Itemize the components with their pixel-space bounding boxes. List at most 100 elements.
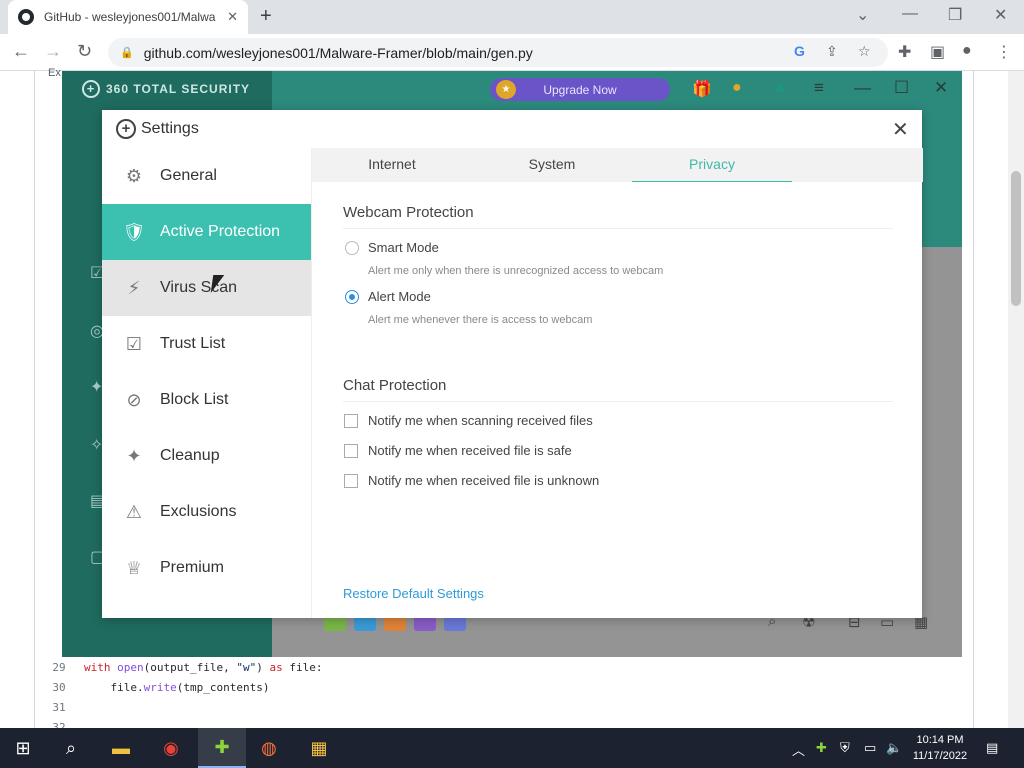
- windows-taskbar: ⊞ ⌕ ▬ ◉ ✚ ◍ ▦ ︿ ✚ ⛨ ▭ 🔈 10:14 PM 11/17/2…: [0, 728, 1024, 768]
- sidebar-item-active-protection[interactable]: 🛡 Active Protection: [102, 204, 311, 260]
- notify-safe-label[interactable]: Notify me when received file is safe: [368, 443, 572, 458]
- header-fragment: Ex: [48, 67, 61, 79]
- code-token: ): [256, 661, 270, 674]
- skin-shirt-icon[interactable]: ▲: [772, 79, 788, 97]
- archive-icon[interactable]: ▦: [306, 736, 332, 760]
- extensions-icon[interactable]: ✚: [898, 42, 911, 62]
- sidebar-item-exclusions[interactable]: ⚠ Exclusions: [102, 484, 311, 540]
- app-brand: 360 TOTAL SECURITY: [106, 82, 251, 96]
- taskbar-clock[interactable]: 10:14 PM 11/17/2022: [908, 732, 972, 764]
- back-icon[interactable]: ←: [12, 41, 30, 62]
- side-panel-icon[interactable]: ▣: [930, 42, 945, 62]
- firefox-icon[interactable]: ◍: [256, 736, 282, 760]
- restore-default-settings-link[interactable]: Restore Default Settings: [343, 586, 484, 601]
- sidebar-item-trust-list[interactable]: ☑ Trust List: [102, 316, 311, 372]
- bookmark-star-icon[interactable]: ☆: [858, 43, 871, 60]
- coin-icon[interactable]: ●: [732, 79, 742, 97]
- folder-warning-icon: ⚠: [125, 501, 143, 522]
- clock-date: 11/17/2022: [912, 750, 968, 762]
- network-icon[interactable]: ▭: [864, 740, 876, 756]
- line-number: 30: [52, 681, 66, 694]
- forward-icon[interactable]: →: [44, 41, 62, 62]
- smart-mode-radio[interactable]: [345, 241, 359, 255]
- notify-scanning-label[interactable]: Notify me when scanning received files: [368, 413, 593, 428]
- sidebar-item-label: Premium: [160, 559, 225, 576]
- app-close-icon[interactable]: ✕: [934, 78, 948, 98]
- browser-tab-strip: GitHub - wesleyjones001/Malwa ✕ + ⌄ — ❐ …: [0, 0, 1024, 34]
- sidebar-item-general[interactable]: ⚙ General: [102, 148, 311, 204]
- line-number: 29: [52, 661, 66, 674]
- page-scrollbar[interactable]: [1008, 71, 1024, 728]
- webcam-protection-heading: Webcam Protection: [343, 204, 474, 221]
- sidebar-item-premium[interactable]: ♕ Premium: [102, 540, 311, 596]
- file-explorer-icon[interactable]: ▬: [108, 736, 134, 760]
- line-number: 31: [52, 701, 66, 714]
- app-menu-icon[interactable]: ≡: [814, 78, 824, 98]
- code-text: with open(output_file, "w") as file:: [84, 661, 322, 674]
- alert-mode-label[interactable]: Alert Mode: [368, 289, 431, 304]
- sidebar-item-label: General: [160, 167, 217, 184]
- settings-sidebar: ⚙ General 🛡 Active Protection ⚡ Virus Scan ☑ Tr…: [102, 148, 311, 618]
- sidebar-item-cleanup[interactable]: ✦ Cleanup: [102, 428, 311, 484]
- sidebar-item-block-list[interactable]: ⊘ Block List: [102, 372, 311, 428]
- notify-unknown-label[interactable]: Notify me when received file is unknown: [368, 473, 599, 488]
- gift-icon[interactable]: 🎁: [692, 79, 712, 99]
- close-tab-icon[interactable]: ✕: [227, 9, 238, 25]
- lock-icon: 🔒: [120, 47, 134, 59]
- tray-360-icon[interactable]: ✚: [816, 740, 827, 756]
- broom-icon: ✦: [126, 445, 142, 466]
- app-logo: + 360 TOTAL SECURITY: [82, 80, 250, 98]
- search-icon[interactable]: ⌕: [58, 736, 84, 760]
- sidebar-item-virus-scan[interactable]: ⚡ Virus Scan: [102, 260, 311, 316]
- tab-privacy[interactable]: Privacy: [632, 148, 792, 182]
- scrollbar-thumb[interactable]: [1011, 171, 1021, 306]
- volume-icon[interactable]: 🔈: [886, 740, 902, 756]
- block-list-icon: ⊘: [126, 389, 142, 410]
- close-icon[interactable]: ✕: [892, 117, 909, 142]
- notification-icon[interactable]: ▤: [986, 740, 998, 756]
- divider: [343, 401, 893, 402]
- settings-dialog: + Settings ✕ ⚙ General 🛡 Active Protection ⚡…: [102, 110, 923, 618]
- tab-title: GitHub - wesleyjones001/Malwa: [44, 10, 216, 24]
- notify-scanning-checkbox[interactable]: [344, 414, 358, 428]
- smart-mode-label[interactable]: Smart Mode: [368, 240, 439, 255]
- tab-internet[interactable]: Internet: [312, 148, 472, 182]
- minimize-icon[interactable]: —: [902, 5, 918, 23]
- alert-mode-radio[interactable]: [345, 290, 359, 304]
- notify-safe-checkbox[interactable]: [344, 444, 358, 458]
- settings-tabs: Internet System Privacy: [312, 148, 923, 182]
- new-tab-button[interactable]: +: [260, 5, 272, 28]
- close-window-icon[interactable]: ✕: [994, 5, 1007, 25]
- code-token: write: [143, 681, 177, 694]
- app-maximize-icon[interactable]: ☐: [894, 78, 909, 98]
- github-icon: [18, 9, 34, 25]
- tab-system[interactable]: System: [472, 148, 632, 182]
- code-line: 31: [34, 701, 84, 714]
- windows-start-icon[interactable]: ⊞: [10, 736, 36, 760]
- share-icon[interactable]: ⇪: [826, 43, 838, 60]
- address-bar[interactable]: 🔒 github.com/wesleyjones001/Malware-Fram…: [108, 38, 888, 67]
- tray-security-icon[interactable]: ⛨: [840, 740, 850, 756]
- chrome-icon[interactable]: ◉: [158, 736, 184, 760]
- google-icon[interactable]: G: [794, 43, 805, 59]
- divider: [343, 228, 893, 229]
- tray-chevron-up-icon[interactable]: ︿: [792, 740, 805, 759]
- code-token: file.: [84, 681, 144, 694]
- code-text: file.write(tmp_contents): [84, 681, 269, 694]
- crown-icon: ♕: [125, 557, 143, 578]
- tab-search-icon[interactable]: ⌄: [856, 5, 869, 25]
- settings-title: Settings: [141, 120, 199, 137]
- upgrade-badge-icon: ★: [496, 80, 516, 99]
- reload-icon[interactable]: ↻: [77, 41, 92, 62]
- upgrade-now-button[interactable]: ★ Upgrade Now: [490, 78, 670, 101]
- browser-tab[interactable]: GitHub - wesleyjones001/Malwa ✕: [8, 0, 248, 34]
- notify-unknown-checkbox[interactable]: [344, 474, 358, 488]
- restore-icon[interactable]: ❐: [948, 5, 962, 25]
- menu-dots-icon[interactable]: ⋮: [996, 42, 1012, 62]
- sidebar-item-label: Block List: [160, 391, 229, 408]
- total-security-taskbar-icon[interactable]: ✚: [198, 728, 246, 768]
- settings-content: Internet System Privacy Webcam Protectio…: [311, 148, 923, 618]
- profile-avatar-icon[interactable]: ●: [962, 42, 972, 60]
- app-minimize-icon[interactable]: —: [854, 78, 871, 98]
- code-line: 29 with open(output_file, "w") as file:: [34, 661, 322, 674]
